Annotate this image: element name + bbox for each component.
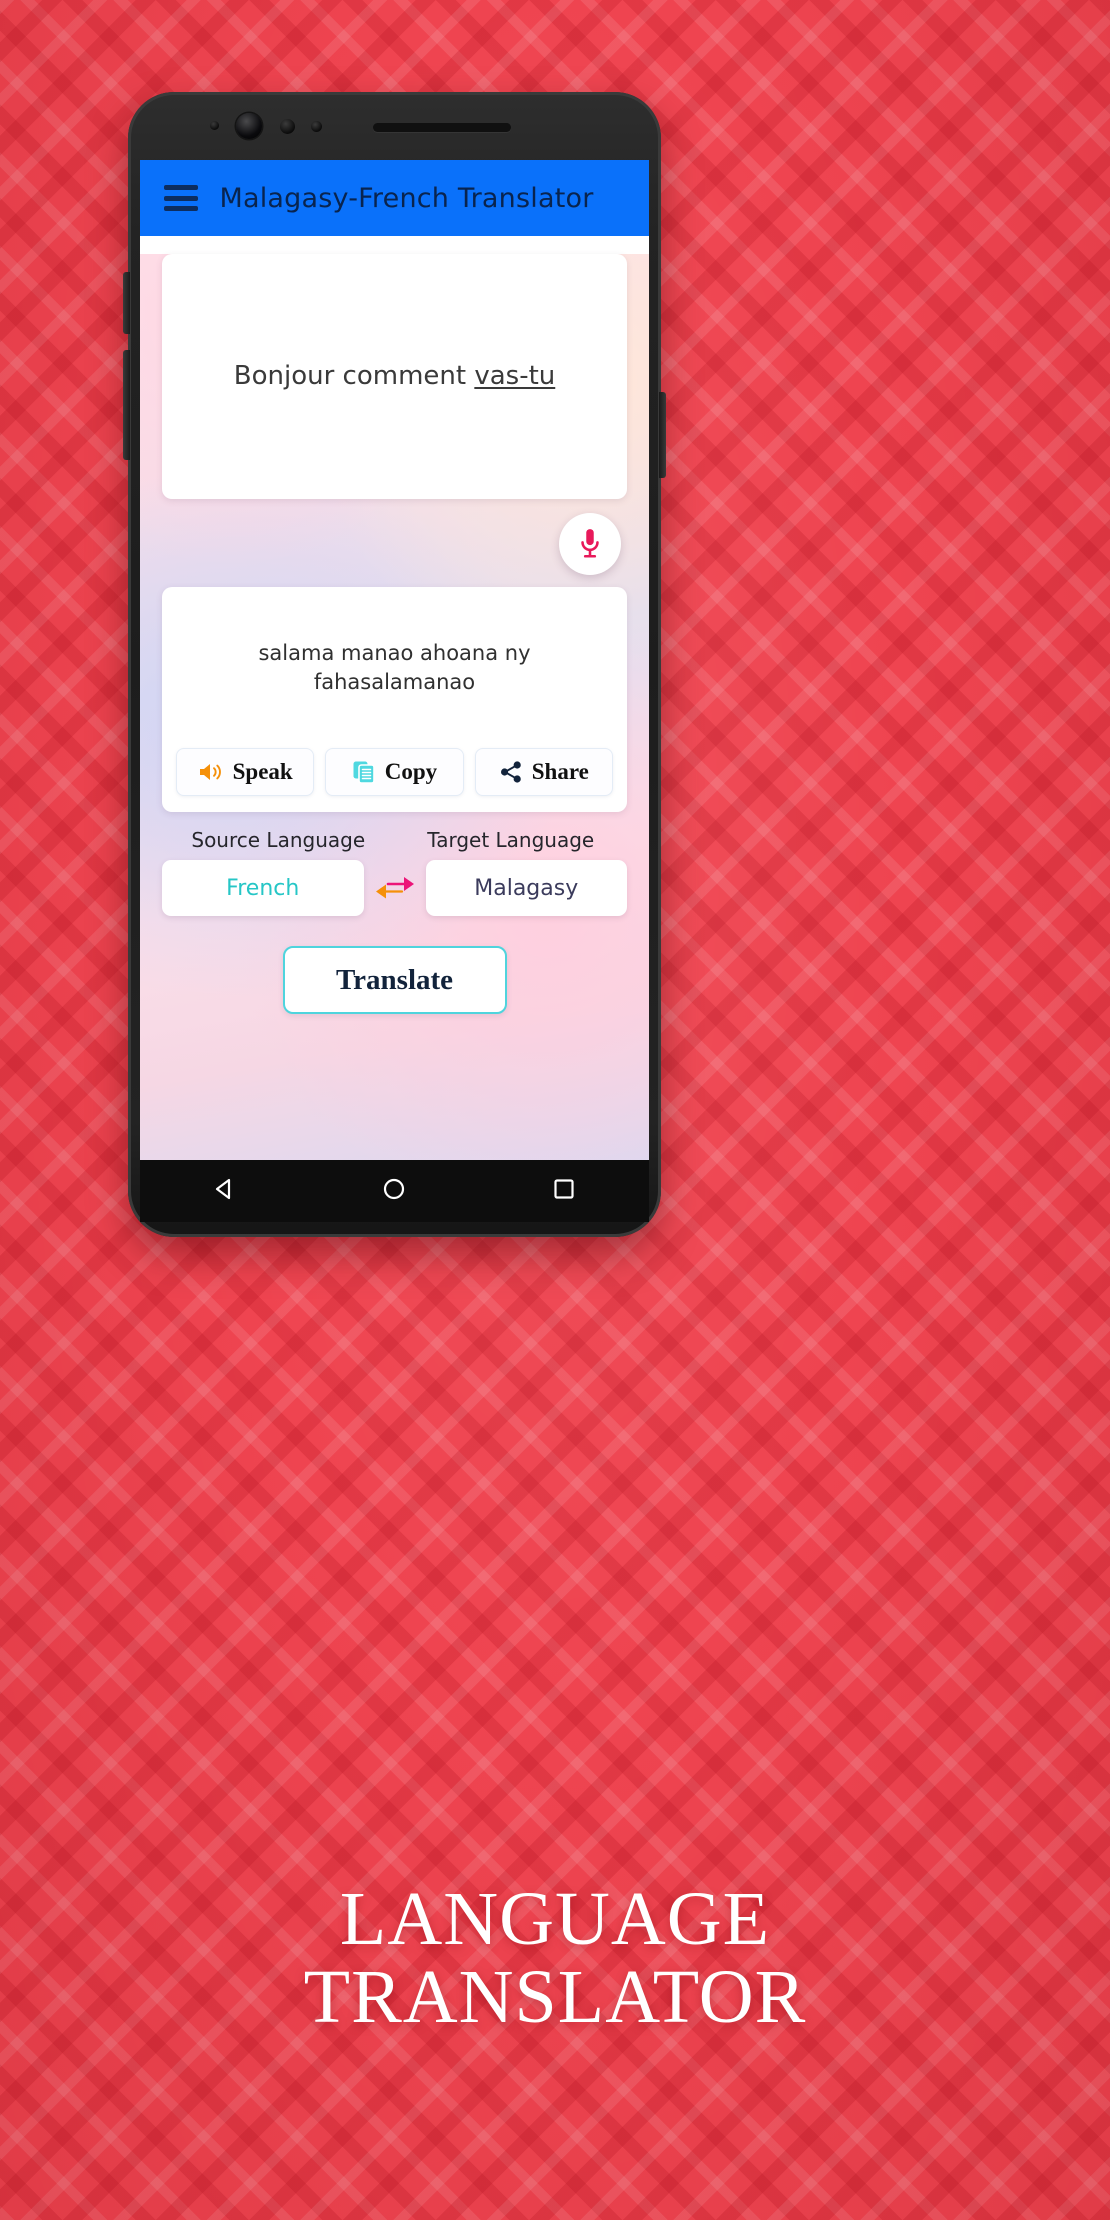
- hamburger-menu-icon[interactable]: [164, 185, 198, 211]
- source-text-input[interactable]: Bonjour comment vas-tu: [162, 254, 627, 499]
- app-bar: Malagasy-French Translator: [140, 160, 649, 236]
- recents-square-icon[interactable]: [551, 1176, 577, 1207]
- speak-button[interactable]: Speak: [176, 748, 315, 796]
- proximity-sensor-icon: [280, 119, 295, 134]
- phone-top-bezel: [128, 92, 661, 160]
- copy-document-icon: [353, 761, 375, 784]
- source-text-value: Bonjour comment vas-tu: [234, 359, 556, 394]
- front-camera-icon: [236, 113, 262, 139]
- source-language-label: Source Language: [191, 828, 366, 852]
- source-text-plain: Bonjour comment: [233, 360, 475, 391]
- target-language-label: Target Language: [427, 828, 595, 852]
- copy-button[interactable]: Copy: [325, 748, 464, 796]
- phone-volume-up-button: [123, 272, 130, 334]
- translation-result-text: salama manao ahoana ny fahasalamanao: [258, 641, 531, 694]
- target-language-selector[interactable]: Malagasy: [425, 860, 627, 916]
- light-sensor-icon: [311, 121, 322, 132]
- android-navigation-bar: [140, 1160, 649, 1222]
- source-language-selector[interactable]: French: [162, 860, 364, 916]
- result-action-row: Speak Copy Share: [162, 748, 627, 812]
- share-button-label: Share: [531, 759, 589, 784]
- phone-volume-down-button: [123, 350, 130, 460]
- speak-button-label: Speak: [232, 759, 293, 784]
- swap-languages-button[interactable]: [364, 873, 426, 903]
- source-text-underlined: vas-tu: [474, 360, 556, 391]
- language-labels-row: Source Language Target Language: [162, 828, 627, 852]
- earpiece-speaker-icon: [373, 123, 511, 132]
- page-title: Malagasy-French Translator: [219, 182, 594, 214]
- source-language-value: French: [226, 875, 300, 901]
- target-language-value: Malagasy: [474, 875, 579, 901]
- caption-line-2: TRANSLATOR: [303, 1955, 807, 2040]
- back-triangle-icon[interactable]: [212, 1176, 238, 1207]
- language-selectors-row: French Malagasy: [162, 860, 627, 916]
- app-content: Bonjour comment vas-tu salama manao ahoa…: [140, 254, 649, 1160]
- share-button[interactable]: Share: [474, 748, 613, 796]
- translate-button-label: Translate: [335, 963, 454, 996]
- home-circle-icon[interactable]: [381, 1176, 407, 1207]
- translation-result-card: salama manao ahoana ny fahasalamanao Spe…: [162, 587, 627, 812]
- translation-result-text-wrap: salama manao ahoana ny fahasalamanao: [162, 587, 627, 748]
- led-indicator-icon: [210, 121, 219, 130]
- microphone-button[interactable]: [559, 513, 621, 575]
- caption-line-1: LANGUAGE: [339, 1877, 771, 1961]
- caption: LANGUAGE TRANSLATOR: [0, 1880, 1110, 2037]
- translate-button-wrap: Translate: [162, 946, 627, 1014]
- phone-screen: Malagasy-French Translator Bonjour comme…: [140, 160, 649, 1160]
- copy-button-label: Copy: [384, 759, 438, 784]
- microphone-icon: [581, 529, 599, 558]
- swap-arrows-icon: [375, 877, 414, 899]
- mic-row: [162, 499, 627, 587]
- phone-mockup: Malagasy-French Translator Bonjour comme…: [123, 92, 666, 1237]
- translate-button[interactable]: Translate: [282, 946, 507, 1014]
- share-nodes-icon: [500, 761, 521, 783]
- language-selection-section: Source Language Target Language French M…: [162, 828, 627, 916]
- phone-power-button: [659, 392, 666, 478]
- speaker-volume-icon: [199, 764, 221, 780]
